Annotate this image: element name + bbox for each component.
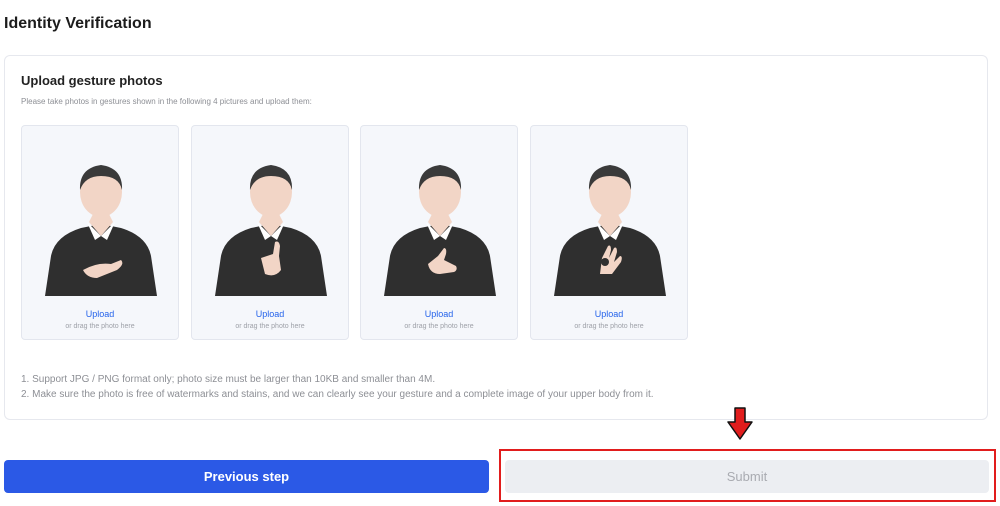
drag-hint: or drag the photo here [65, 323, 135, 330]
upload-tile-2[interactable]: Upload or drag the photo here [191, 125, 349, 340]
requirement-note: 1. Support JPG / PNG format only; photo … [21, 374, 436, 385]
page-title: Identity Verification [4, 15, 152, 32]
gesture-thumbs-up-illustration [215, 165, 327, 296]
drag-hint: or drag the photo here [574, 323, 644, 330]
drag-hint: or drag the photo here [404, 323, 474, 330]
upload-requirements: 1. Support JPG / PNG format only; photo … [21, 372, 654, 402]
upload-link[interactable]: Upload [531, 309, 687, 319]
gesture-upload-card: Upload gesture photos Please take photos… [4, 55, 988, 420]
upload-tile-1[interactable]: Upload or drag the photo here [21, 125, 179, 340]
submit-button[interactable]: Submit [505, 460, 989, 493]
section-instructions: Please take photos in gestures shown in … [21, 97, 312, 106]
upload-link[interactable]: Upload [192, 309, 348, 319]
gesture-ok-sign-illustration [554, 165, 666, 296]
upload-tile-3[interactable]: Upload or drag the photo here [360, 125, 518, 340]
upload-tile-4[interactable]: Upload or drag the photo here [530, 125, 688, 340]
upload-link[interactable]: Upload [22, 309, 178, 319]
gesture-shaka-illustration [384, 165, 496, 296]
drag-hint: or drag the photo here [235, 323, 305, 330]
requirement-note: 2. Make sure the photo is free of waterm… [21, 389, 654, 400]
section-title: Upload gesture photos [21, 73, 163, 88]
gesture-hand-on-chest-illustration [45, 165, 157, 296]
previous-step-button[interactable]: Previous step [4, 460, 489, 493]
upload-link[interactable]: Upload [361, 309, 517, 319]
